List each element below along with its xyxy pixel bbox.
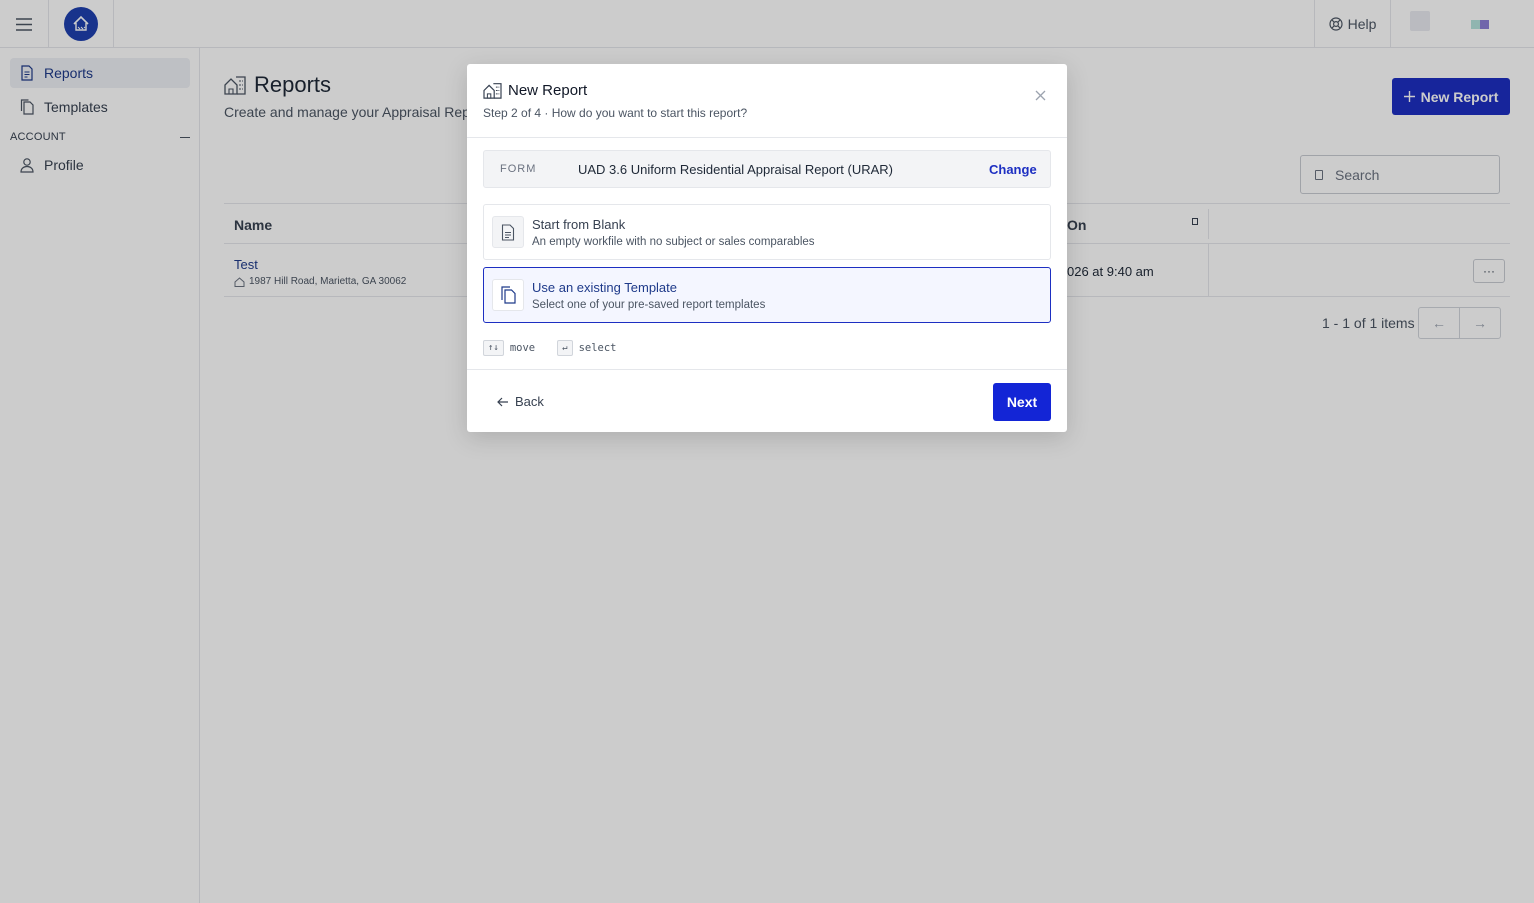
- arrow-left-icon: [497, 397, 508, 406]
- close-button[interactable]: [1035, 86, 1046, 104]
- move-hint-label: move: [509, 342, 536, 354]
- option-description: Select one of your pre-saved report temp…: [532, 299, 766, 311]
- buildings-icon: [483, 83, 502, 99]
- next-button[interactable]: Next: [993, 383, 1051, 421]
- option-start-from-blank[interactable]: Start from Blank An empty workfile with …: [483, 204, 1051, 260]
- close-icon: [1035, 90, 1046, 101]
- selected-form-bar: FORM UAD 3.6 Uniform Residential Apprais…: [483, 150, 1051, 188]
- enter-key-hint: ↵: [557, 340, 573, 356]
- option-use-existing-template[interactable]: Use an existing Template Select one of y…: [483, 267, 1051, 323]
- option-description: An empty workfile with no subject or sal…: [532, 236, 815, 248]
- select-hint-label: select: [578, 342, 617, 354]
- blank-document-icon: [492, 216, 524, 248]
- copy-icon: [492, 279, 524, 311]
- dialog-header: New Report Step 2 of 4 · How do you want…: [467, 64, 1067, 138]
- back-button[interactable]: Back: [497, 394, 544, 409]
- option-title: Use an existing Template: [532, 280, 678, 295]
- dialog-footer: Back Next: [467, 369, 1067, 432]
- dialog-title: New Report: [483, 82, 587, 99]
- change-form-button[interactable]: Change: [989, 162, 1037, 177]
- dialog-step-subtitle: Step 2 of 4 · How do you want to start t…: [483, 106, 748, 120]
- form-value: UAD 3.6 Uniform Residential Appraisal Re…: [578, 162, 894, 177]
- form-label: FORM: [500, 163, 537, 175]
- move-key-hint: ↑↓: [483, 340, 504, 356]
- back-label: Back: [515, 394, 544, 409]
- new-report-dialog: New Report Step 2 of 4 · How do you want…: [467, 64, 1067, 432]
- dialog-title-text: New Report: [508, 82, 588, 99]
- option-title: Start from Blank: [532, 217, 626, 232]
- keyboard-hints: ↑↓ move ↵ select: [483, 340, 617, 356]
